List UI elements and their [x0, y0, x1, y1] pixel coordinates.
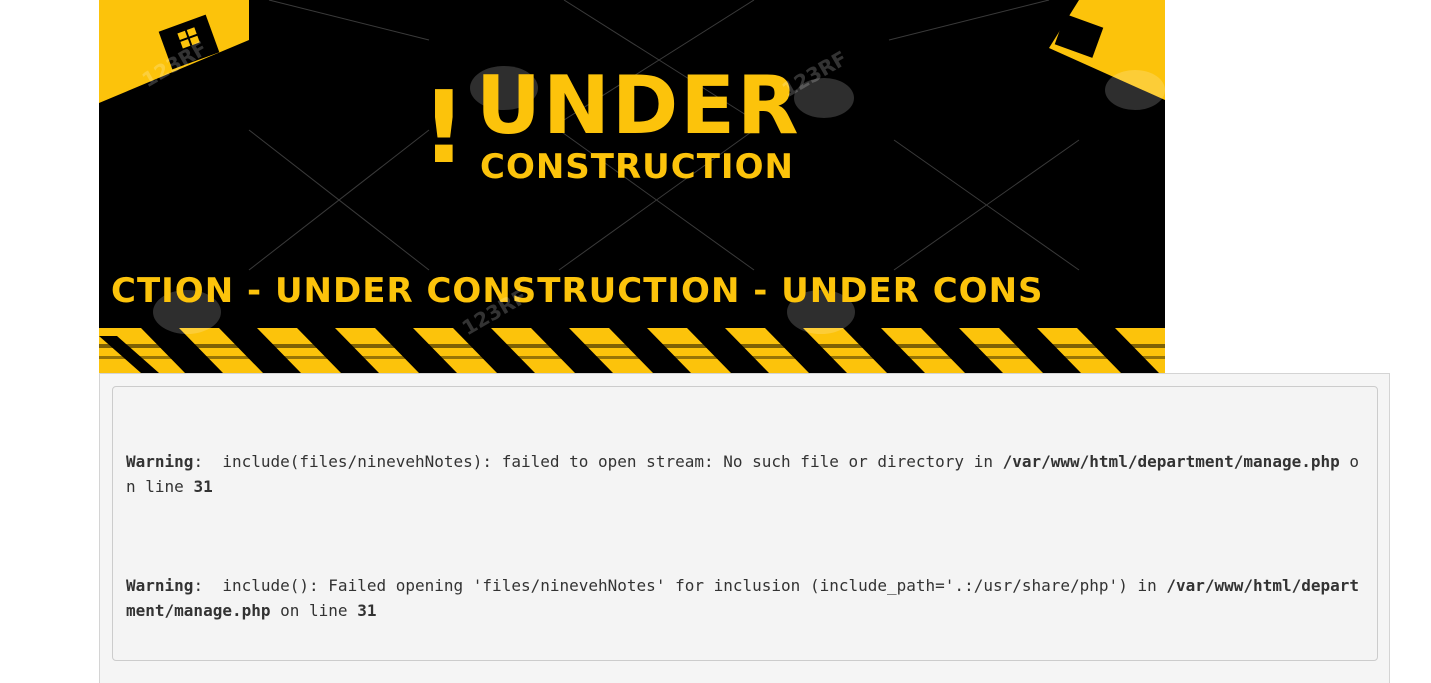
warning-label: Warning — [126, 576, 194, 595]
content-panel: Warning: include(files/ninevehNotes): fa… — [99, 373, 1390, 683]
warning-line-text: on line — [270, 601, 358, 620]
banner-ticker: CTION - UNDER CONSTRUCTION - UNDER CONS — [111, 271, 1044, 311]
php-warning-message: Warning: include(): Failed opening 'file… — [126, 573, 1366, 623]
error-output-box: Warning: include(files/ninevehNotes): fa… — [112, 386, 1378, 661]
warning-label: Warning — [126, 452, 194, 471]
php-warning-message: Warning: include(files/ninevehNotes): fa… — [126, 449, 1366, 499]
warning-line-number: 31 — [193, 477, 213, 496]
warning-file-path: /var/www/html/department/manage.php — [1002, 452, 1340, 471]
under-construction-banner: ! UNDER CONSTRUCTION CTION - UNDER CONST… — [99, 0, 1165, 373]
warning-text: : include(files/ninevehNotes): failed to… — [193, 452, 1003, 471]
banner-subhead: CONSTRUCTION — [480, 147, 794, 187]
warning-line-number: 31 — [357, 601, 377, 620]
warning-text: : include(): Failed opening 'files/ninev… — [193, 576, 1167, 595]
exclamation-mark: ! — [421, 69, 467, 186]
banner-headline: UNDER — [476, 59, 801, 152]
